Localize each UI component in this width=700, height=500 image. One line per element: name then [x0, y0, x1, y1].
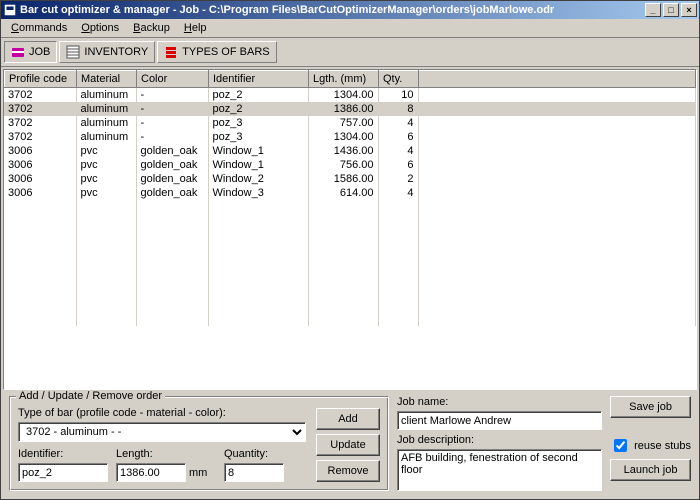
- save-job-button[interactable]: Save job: [610, 396, 691, 418]
- job-desc-textarea[interactable]: [397, 449, 602, 491]
- menu-options[interactable]: Options: [75, 20, 125, 36]
- job-desc-label: Job description:: [397, 434, 602, 446]
- maximize-button[interactable]: □: [663, 3, 679, 17]
- length-unit: mm: [189, 467, 207, 479]
- column-header[interactable]: Qty.: [379, 71, 419, 88]
- column-header[interactable]: Material: [77, 71, 137, 88]
- table-row: [4, 200, 696, 214]
- tab-inventory-label: INVENTORY: [84, 46, 148, 58]
- column-header[interactable]: Profile code: [5, 71, 77, 88]
- reuse-stubs-input[interactable]: [614, 439, 627, 452]
- toolbar: JOB INVENTORY TYPES OF BARS: [1, 38, 699, 67]
- table-row[interactable]: 3702aluminum-poz_3757.004: [4, 116, 696, 130]
- window-title: Bar cut optimizer & manager - Job - C:\P…: [20, 4, 643, 16]
- column-header[interactable]: Lgth. (mm): [309, 71, 379, 88]
- launch-job-button[interactable]: Launch job: [610, 459, 691, 481]
- job-name-input[interactable]: [397, 411, 602, 430]
- job-name-label: Job name:: [397, 396, 602, 408]
- table-row: [4, 270, 696, 284]
- tab-inventory[interactable]: INVENTORY: [59, 41, 155, 63]
- reuse-stubs-checkbox[interactable]: reuse stubs: [610, 436, 691, 455]
- column-header[interactable]: Color: [137, 71, 209, 88]
- table-row[interactable]: 3006pvcgolden_oakWindow_11436.004: [4, 144, 696, 158]
- type-of-bar-select[interactable]: 3702 - aluminum - -: [18, 422, 306, 442]
- identifier-label: Identifier:: [18, 448, 108, 460]
- titlebar: Bar cut optimizer & manager - Job - C:\P…: [1, 1, 699, 19]
- tab-types[interactable]: TYPES OF BARS: [157, 41, 276, 63]
- menu-backup[interactable]: Backup: [127, 20, 176, 36]
- table-row: [4, 298, 696, 312]
- table-row[interactable]: 3006pvcgolden_oakWindow_3614.004: [4, 186, 696, 200]
- app-window: Bar cut optimizer & manager - Job - C:\P…: [0, 0, 700, 500]
- table-row: [4, 312, 696, 326]
- quantity-label: Quantity:: [224, 448, 284, 460]
- length-input[interactable]: [116, 463, 186, 482]
- bottom-panel: Add / Update / Remove order Type of bar …: [1, 392, 699, 499]
- table-row: [4, 214, 696, 228]
- orders-grid[interactable]: Profile codeMaterialColorIdentifierLgth.…: [3, 69, 697, 390]
- remove-button[interactable]: Remove: [316, 460, 380, 482]
- table-row: [4, 256, 696, 270]
- app-icon: [3, 3, 17, 17]
- table-row[interactable]: 3006pvcgolden_oakWindow_1756.006: [4, 158, 696, 172]
- tab-types-label: TYPES OF BARS: [182, 46, 269, 58]
- order-form-group: Add / Update / Remove order Type of bar …: [9, 396, 389, 491]
- job-panel: Job name: Job description: Save job reus…: [397, 396, 691, 491]
- tab-job[interactable]: JOB: [4, 41, 57, 63]
- table-row: [4, 228, 696, 242]
- menu-commands[interactable]: Commands: [5, 20, 73, 36]
- table-row[interactable]: 3702aluminum-poz_21304.0010: [4, 88, 696, 102]
- menu-help[interactable]: Help: [178, 20, 213, 36]
- identifier-input[interactable]: [18, 463, 108, 482]
- inventory-icon: [66, 45, 80, 59]
- table-row[interactable]: 3006pvcgolden_oakWindow_21586.002: [4, 172, 696, 186]
- type-label: Type of bar (profile code - material - c…: [18, 407, 306, 419]
- column-header[interactable]: Identifier: [209, 71, 309, 88]
- menubar: CommandsOptionsBackupHelp: [1, 19, 699, 38]
- types-icon: [164, 45, 178, 59]
- table-row: [4, 284, 696, 298]
- reuse-stubs-label: reuse stubs: [634, 440, 691, 452]
- tab-job-label: JOB: [29, 46, 50, 58]
- table-row[interactable]: 3702aluminum-poz_21386.008: [4, 102, 696, 116]
- table-row[interactable]: 3702aluminum-poz_31304.006: [4, 130, 696, 144]
- job-icon: [11, 45, 25, 59]
- add-button[interactable]: Add: [316, 408, 380, 430]
- quantity-input[interactable]: [224, 463, 284, 482]
- close-button[interactable]: ×: [681, 3, 697, 17]
- group-legend: Add / Update / Remove order: [16, 390, 165, 402]
- table-row: [4, 242, 696, 256]
- minimize-button[interactable]: _: [645, 3, 661, 17]
- update-button[interactable]: Update: [316, 434, 380, 456]
- length-label: Length:: [116, 448, 216, 460]
